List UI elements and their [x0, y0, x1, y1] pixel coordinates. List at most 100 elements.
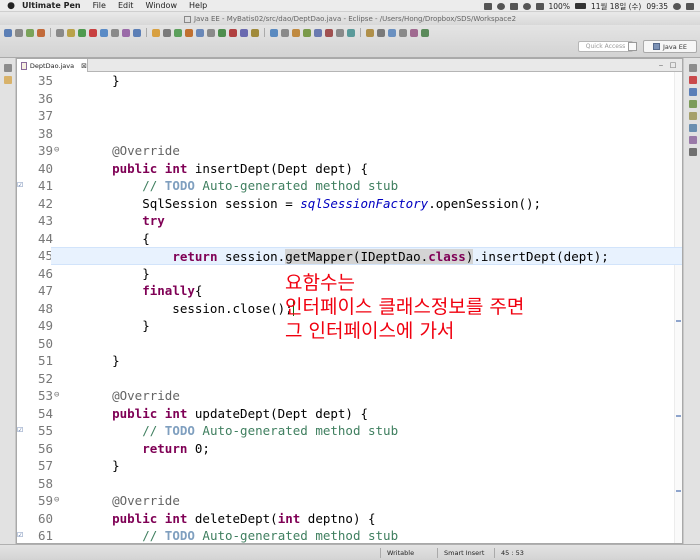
- line-text[interactable]: return session.getMapper(IDeptDao.class)…: [51, 247, 682, 265]
- line-text[interactable]: @Override: [51, 142, 682, 160]
- toolbar-button-icon[interactable]: [4, 28, 12, 37]
- toolbar-button-icon[interactable]: [347, 28, 355, 37]
- toolbar-button-icon[interactable]: [196, 28, 204, 37]
- spotlight-icon[interactable]: [673, 2, 681, 10]
- toolbar-button-icon[interactable]: [15, 28, 23, 37]
- line-text[interactable]: }: [51, 457, 682, 475]
- toolbar-button-icon[interactable]: [218, 28, 226, 37]
- toolbar-button-icon[interactable]: [163, 28, 171, 37]
- line-text[interactable]: [51, 475, 682, 493]
- toolbar-button-icon[interactable]: [67, 28, 75, 37]
- line-text[interactable]: // TODO Auto-generated method stub: [51, 527, 682, 543]
- toolbar-button-icon[interactable]: [240, 28, 248, 37]
- servers-icon[interactable]: [689, 112, 697, 120]
- line-text[interactable]: [51, 107, 682, 125]
- code-line[interactable]: ☑ 41 // TODO Auto-generated method stub: [17, 177, 682, 195]
- toolbar-button-icon[interactable]: [281, 28, 289, 37]
- task-list-icon[interactable]: [689, 76, 697, 84]
- toolbar-button-icon[interactable]: [26, 28, 34, 37]
- volume-icon[interactable]: [535, 2, 544, 10]
- toolbar-button-icon[interactable]: [229, 28, 237, 37]
- bluetooth-icon[interactable]: [509, 2, 518, 10]
- line-text[interactable]: return 0;: [51, 440, 682, 458]
- toolbar-button-icon[interactable]: [56, 28, 64, 37]
- menu-app-name[interactable]: Ultimate Pen: [22, 1, 81, 10]
- snippets-icon[interactable]: [689, 136, 697, 144]
- line-text[interactable]: public int deleteDept(int deptno) {: [51, 510, 682, 528]
- line-text[interactable]: [51, 125, 682, 143]
- line-text[interactable]: }: [51, 72, 682, 90]
- toolbar-button-icon[interactable]: [292, 28, 300, 37]
- menubar-time[interactable]: 09:35: [646, 2, 668, 11]
- toolbar-button-icon[interactable]: [388, 28, 396, 37]
- dropbox-icon[interactable]: [483, 2, 492, 10]
- toolbar-button-icon[interactable]: [152, 28, 160, 37]
- toolbar-button-icon[interactable]: [133, 28, 141, 37]
- line-text[interactable]: [51, 90, 682, 108]
- toolbar-button-icon[interactable]: [303, 28, 311, 37]
- sync-icon[interactable]: [496, 2, 505, 10]
- toolbar-button-icon[interactable]: [111, 28, 119, 37]
- code-line[interactable]: 36: [17, 90, 682, 108]
- code-line[interactable]: 54 public int updateDept(Dept dept) {: [17, 405, 682, 423]
- line-text[interactable]: }: [51, 352, 682, 370]
- code-line[interactable]: 51 }: [17, 352, 682, 370]
- code-line[interactable]: 43 try: [17, 212, 682, 230]
- line-text[interactable]: [51, 370, 682, 388]
- line-text[interactable]: @Override: [51, 387, 682, 405]
- line-text[interactable]: // TODO Auto-generated method stub: [51, 177, 682, 195]
- toolbar-button-icon[interactable]: [421, 28, 429, 37]
- line-text[interactable]: // TODO Auto-generated method stub: [51, 422, 682, 440]
- tab-deptdao-java[interactable]: DeptDao.java ⊠: [17, 59, 88, 72]
- toolbar-button-icon[interactable]: [174, 28, 182, 37]
- toolbar-button-icon[interactable]: [100, 28, 108, 37]
- data-source-icon[interactable]: [689, 124, 697, 132]
- outline-icon[interactable]: [689, 88, 697, 96]
- toolbar-button-icon[interactable]: [366, 28, 374, 37]
- menu-edit[interactable]: Edit: [118, 1, 134, 10]
- code-line[interactable]: 58: [17, 475, 682, 493]
- code-line[interactable]: 44 {: [17, 230, 682, 248]
- perspective-java-ee-button[interactable]: Java EE: [643, 40, 697, 53]
- line-text[interactable]: public int insertDept(Dept dept) {: [51, 160, 682, 178]
- line-text[interactable]: {: [51, 230, 682, 248]
- toolbar-button-icon[interactable]: [314, 28, 322, 37]
- menu-help[interactable]: Help: [189, 1, 207, 10]
- line-text[interactable]: public int updateDept(Dept dept) {: [51, 405, 682, 423]
- code-line[interactable]: 40 public int insertDept(Dept dept) {: [17, 160, 682, 178]
- restore-view-icon[interactable]: [4, 64, 12, 72]
- line-text[interactable]: try: [51, 212, 682, 230]
- toolbar-button-icon[interactable]: [270, 28, 278, 37]
- toolbar-button-icon[interactable]: [185, 28, 193, 37]
- toolbar-button-icon[interactable]: [37, 28, 45, 37]
- menubar-date[interactable]: 11월 18일 (수): [591, 1, 641, 12]
- battery-icon[interactable]: [574, 3, 586, 9]
- package-explorer-icon[interactable]: [4, 76, 12, 84]
- code-line[interactable]: 52: [17, 370, 682, 388]
- code-line[interactable]: 57 }: [17, 457, 682, 475]
- toolbar-button-icon[interactable]: [207, 28, 215, 37]
- console-icon[interactable]: [689, 148, 697, 156]
- minimize-icon[interactable]: ‒: [657, 61, 665, 69]
- wifi-icon[interactable]: [522, 2, 531, 10]
- toolbar-button-icon[interactable]: [89, 28, 97, 37]
- close-tab-icon[interactable]: ⊠: [81, 62, 87, 70]
- menu-window[interactable]: Window: [145, 1, 177, 10]
- code-line[interactable]: 42 SqlSession session = sqlSessionFactor…: [17, 195, 682, 213]
- code-line[interactable]: 56 return 0;: [17, 440, 682, 458]
- restore-view-icon-right[interactable]: [689, 64, 697, 72]
- toolbar-button-icon[interactable]: [377, 28, 385, 37]
- code-line[interactable]: 37: [17, 107, 682, 125]
- toolbar-button-icon[interactable]: [410, 28, 418, 37]
- code-line[interactable]: 38: [17, 125, 682, 143]
- line-text[interactable]: SqlSession session = sqlSessionFactory.o…: [51, 195, 682, 213]
- toolbar-button-icon[interactable]: [251, 28, 259, 37]
- quick-access-input[interactable]: Quick Access: [578, 41, 633, 52]
- code-line[interactable]: 35 }: [17, 72, 682, 90]
- code-line[interactable]: 45 return session.getMapper(IDeptDao.cla…: [17, 247, 682, 265]
- markers-icon[interactable]: [689, 100, 697, 108]
- open-perspective-icon[interactable]: [628, 42, 637, 51]
- menu-file[interactable]: File: [93, 1, 106, 10]
- toolbar-button-icon[interactable]: [399, 28, 407, 37]
- code-line[interactable]: ☑ 61 // TODO Auto-generated method stub: [17, 527, 682, 543]
